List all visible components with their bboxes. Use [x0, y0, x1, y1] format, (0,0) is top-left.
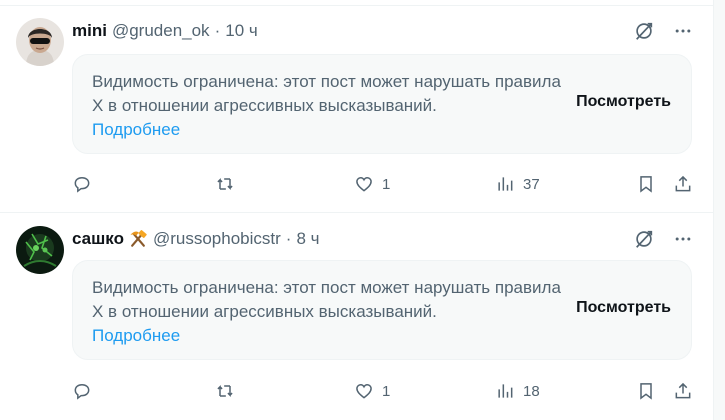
view-count: 37 [523, 175, 540, 193]
view-count: 18 [523, 382, 540, 400]
share-button[interactable] [673, 174, 693, 194]
avatar[interactable] [16, 18, 64, 66]
hammer-pick-emoji [130, 230, 147, 247]
notice-text-block: Видимость ограничена: этот пост может на… [92, 276, 562, 348]
author-handle[interactable]: @gruden_ok [112, 21, 210, 41]
share-icon [675, 175, 691, 192]
share-button[interactable] [673, 381, 693, 401]
bookmark-button[interactable] [636, 381, 656, 401]
retweet-button[interactable] [215, 174, 235, 194]
like-icon [356, 176, 372, 192]
separator: · [285, 229, 292, 248]
author-name[interactable]: mini [72, 21, 107, 41]
bookmark-button[interactable] [636, 174, 656, 194]
separator: · [214, 21, 221, 40]
more-icon[interactable] [673, 21, 693, 41]
reply-icon [74, 383, 90, 400]
avatar[interactable] [16, 226, 64, 274]
bookmark-icon [640, 176, 652, 193]
reply-button[interactable] [72, 381, 92, 401]
grok-icon[interactable] [633, 228, 655, 250]
views-button[interactable]: 37 [495, 174, 540, 194]
action-bar: 1 37 [72, 174, 702, 198]
like-count: 1 [382, 175, 391, 193]
author-name[interactable]: сашко [72, 229, 124, 249]
views-button[interactable]: 18 [495, 381, 540, 401]
retweet-icon [217, 178, 233, 190]
action-bar: 1 18 [72, 381, 702, 405]
reply-icon [74, 176, 90, 193]
post-time[interactable]: 10 ч [225, 21, 258, 41]
reply-button[interactable] [72, 174, 92, 194]
post-header: сашко @russophobicstr · 8 ч [72, 228, 320, 250]
notice-text: Видимость ограничена: этот пост может на… [92, 278, 561, 321]
post[interactable]: mini @gruden_ok · 10 ч Видимость огранич… [0, 6, 713, 213]
like-button[interactable]: 1 [354, 174, 390, 194]
notice-text-block: Видимость ограничена: этот пост может на… [92, 70, 562, 142]
author-handle[interactable]: @russophobicstr [153, 229, 281, 249]
views-icon [498, 177, 513, 191]
like-icon [356, 383, 372, 399]
restricted-notice: Видимость ограничена: этот пост может на… [72, 260, 692, 360]
learn-more-link[interactable]: Подробнее [92, 120, 180, 139]
share-icon [675, 382, 691, 399]
like-button[interactable]: 1 [354, 381, 390, 401]
post-header: mini @gruden_ok · 10 ч [72, 20, 258, 42]
header-icons [633, 228, 693, 250]
more-icon[interactable] [673, 229, 693, 249]
retweet-button[interactable] [215, 381, 235, 401]
restricted-notice: Видимость ограничена: этот пост может на… [72, 54, 692, 154]
view-button[interactable]: Посмотреть [576, 93, 671, 111]
notice-text: Видимость ограничена: этот пост может на… [92, 72, 561, 115]
views-icon [498, 384, 513, 398]
scrollbar[interactable] [713, 0, 725, 420]
retweet-icon [217, 385, 233, 397]
grok-icon[interactable] [633, 20, 655, 42]
like-count: 1 [382, 382, 391, 400]
post[interactable]: сашко @russophobicstr · 8 ч Видимость ог… [0, 214, 713, 420]
header-icons [633, 20, 693, 42]
bookmark-icon [640, 383, 652, 400]
post-time[interactable]: 8 ч [296, 229, 319, 249]
learn-more-link[interactable]: Подробнее [92, 326, 180, 345]
view-button[interactable]: Посмотреть [576, 299, 671, 317]
